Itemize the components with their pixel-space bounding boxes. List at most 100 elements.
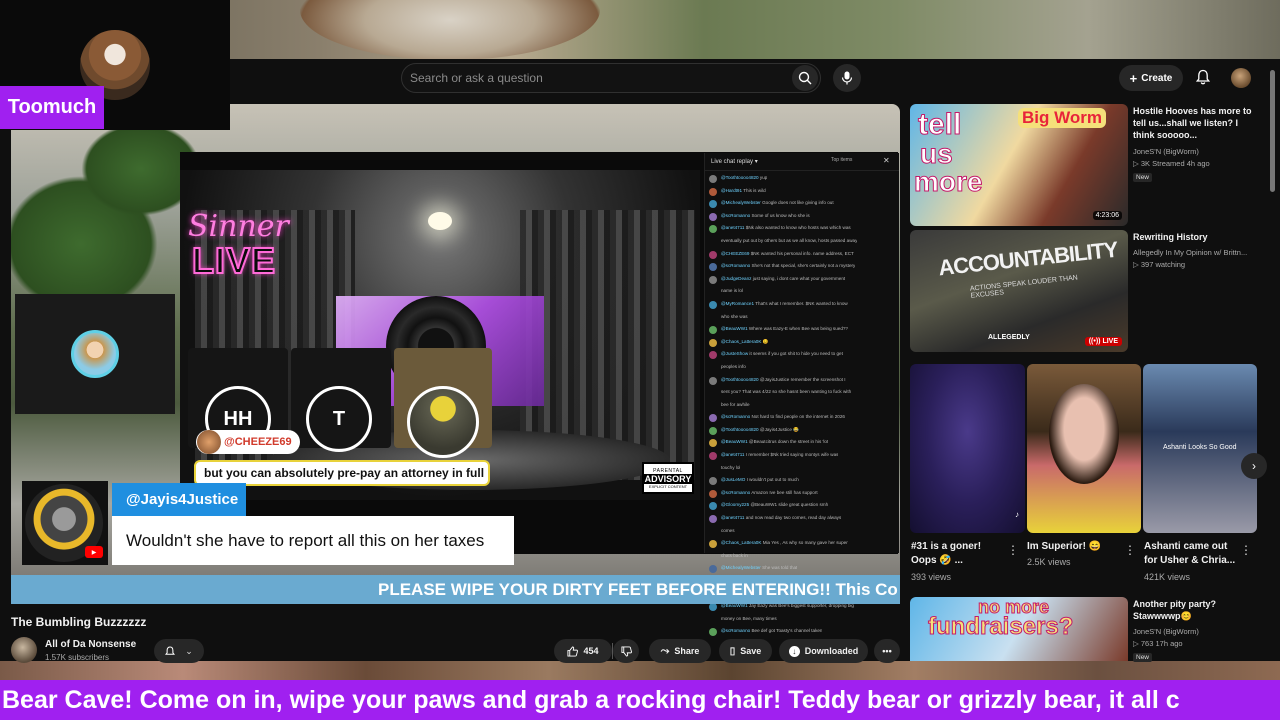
short-menu-2[interactable]: ⋮ <box>1124 543 1136 557</box>
chat-message: chats back in <box>709 553 897 562</box>
chat-message: bee for awhile <box>709 402 897 411</box>
microphone-icon <box>841 71 853 85</box>
advisory-bottom: EXPLICIT CONTENT <box>648 483 688 489</box>
chat-message-text: @Chaos_Lattera0K 😐 <box>721 339 768 344</box>
account-avatar[interactable] <box>1231 68 1251 88</box>
recommendation-thumbnail-1[interactable]: tell us more Big Worm 4:23:06 <box>910 104 1128 226</box>
create-button[interactable]: + Create <box>1119 65 1183 91</box>
tiktok-icon: ♪ <box>1015 510 1019 519</box>
participant-avatar-2: T <box>306 386 372 452</box>
chat-message-text: @scRomanno Not hard to find people on th… <box>721 414 845 419</box>
plus-icon: + <box>1129 70 1138 86</box>
recommendation-thumbnail-3[interactable]: no more fundraisers? <box>910 597 1128 661</box>
stream-brand-top: Sinner <box>188 209 289 244</box>
chat-message-body: peoples info <box>721 363 746 369</box>
share-button[interactable]: ⤳ Share <box>649 639 711 663</box>
thumb-text-2: us <box>920 138 954 169</box>
subscription-bell-button[interactable]: ⌄ <box>154 639 204 663</box>
recommendation-title-1[interactable]: Hostile Hooves has more to tell us...sha… <box>1133 105 1259 141</box>
youtube-logo-icon: ▶ <box>85 546 103 558</box>
channel-name[interactable]: All of Da Nonsense <box>45 639 136 650</box>
channel-avatar[interactable] <box>11 637 37 663</box>
spotlight <box>428 212 452 230</box>
chat-message-text: eventually put out by others but as we a… <box>721 238 857 243</box>
chat-avatar <box>709 338 717 347</box>
marquee-text: Bear Cave! Come on in, wipe your paws an… <box>2 686 1180 714</box>
notifications-button[interactable] <box>1193 67 1213 87</box>
chat-message-body: Bee def got Toasty's channel taken <box>751 628 823 634</box>
short-title-3[interactable]: Ashanti came out for Usher & Chria... <box>1144 540 1238 568</box>
chat-message-body: $NK wanted his personal info. name addre… <box>750 250 854 256</box>
featured-comment-text: Wouldn't she have to report all this on … <box>112 516 514 565</box>
short-menu-3[interactable]: ⋮ <box>1240 543 1252 557</box>
like-button[interactable]: 454 <box>554 639 612 663</box>
short-thumbnail-2[interactable] <box>1027 364 1141 533</box>
chat-message: @scRomanno Not hard to find people on th… <box>709 414 897 423</box>
dislike-button[interactable] <box>613 639 639 663</box>
more-actions-button[interactable]: ••• <box>874 639 900 663</box>
chat-header: Live chat replay ▾ Top items ✕ <box>705 153 899 171</box>
chat-message-text: @scRomanno She's not that special, she's… <box>721 263 855 268</box>
stream-brand-bottom: LIVE <box>191 239 277 282</box>
short-face <box>1049 384 1119 484</box>
recommendation-title-3[interactable]: Another pity party? Stawwwwp😊 <box>1133 598 1259 622</box>
chat-message-text: @scRomanno Some of us know who she is <box>721 213 810 218</box>
recommendation-thumbnail-2[interactable]: ACCOUNTABILITY ACTIONS SPEAK LOUDER THAN… <box>910 230 1128 352</box>
chat-message: @Chaos_Lattera0K Mia Yes , As why so man… <box>709 540 897 549</box>
chat-message-text: chats back in <box>721 553 748 558</box>
chat-message-body: Not hard to find people on the internet … <box>751 414 845 420</box>
recommendation-title-2[interactable]: Rewriting History <box>1133 231 1259 243</box>
scrollbar-thumb[interactable] <box>1270 70 1275 192</box>
search-button[interactable] <box>792 65 818 91</box>
short-title-2[interactable]: Im Superior! 😄 <box>1027 540 1119 554</box>
chat-top-items-button[interactable]: Top items <box>831 157 852 163</box>
chat-message: @BeauWW1 Jay Eazy was Bee's biggest supp… <box>709 603 897 612</box>
chat-avatar <box>709 250 717 259</box>
chat-message-text: @MyRomance1 That's what I remember. $NK … <box>721 301 848 306</box>
close-icon[interactable]: ✕ <box>883 156 890 165</box>
chat-message-body: yup <box>759 175 768 180</box>
chat-username: @Toothtoooo4820 <box>721 175 760 180</box>
chat-user-badge-avatar <box>197 430 221 454</box>
short-thumbnail-1[interactable]: ♪ <box>910 364 1025 533</box>
save-button[interactable]: ▯ Save <box>719 639 772 663</box>
chat-message: @JusteShow it seems if you got shit to h… <box>709 351 897 360</box>
play-triangle-icon: ▷ <box>1133 639 1139 648</box>
short-menu-1[interactable]: ⋮ <box>1007 543 1019 557</box>
play-triangle-icon: ▷ <box>1133 159 1139 168</box>
chat-avatar <box>709 540 717 549</box>
chat-message-body: 😐 <box>762 338 769 344</box>
chat-avatar <box>709 439 717 448</box>
chat-message-text: @Toothtoooo4820 @Jayis4Justice 😂 <box>721 427 799 432</box>
bell-icon <box>165 646 176 655</box>
short-thumbnail-3[interactable]: Ashanti Looks So Good <box>1143 364 1257 533</box>
chat-header-title[interactable]: Live chat replay ▾ <box>711 158 758 165</box>
play-triangle-icon: ▷ <box>1133 260 1139 269</box>
short-overlay-text: Ashanti Looks So Good <box>1163 444 1237 451</box>
chat-message-body: Some of us know who she is <box>751 212 810 218</box>
chat-avatar <box>709 376 717 385</box>
chat-message-text: @Toothtoooo4820 @JayisJustice remember t… <box>721 377 846 382</box>
chat-message-text: @Chaos_Lattera0K Mia Yes , As why so man… <box>721 540 848 545</box>
voice-search-button[interactable] <box>833 64 861 92</box>
download-button[interactable]: ↓ Downloaded <box>779 639 868 663</box>
chat-message-body: @BeauWW1 slide great question smh <box>750 502 829 508</box>
chat-username: @BeauWW1 <box>721 439 749 445</box>
search-input[interactable]: Search or ask a question <box>410 71 543 85</box>
recommendation-channel-3[interactable]: JoneS'N (BigWorm) <box>1133 627 1199 637</box>
chat-message: eventually put out by others but as we a… <box>709 238 897 247</box>
recommendation-channel-2[interactable]: Allegedly In My Opinion w/ Brittn... <box>1133 248 1247 258</box>
chat-message-body: name is lol <box>721 288 743 294</box>
chat-avatar <box>709 389 717 397</box>
chat-message: @Chaos_Lattera0K 😐 <box>709 338 897 348</box>
chat-username: @scRomanno <box>721 263 752 269</box>
chat-message: @anet4711 I remember $Nk tried saying mo… <box>709 452 897 461</box>
chat-message-text: @Toothtoooo4820 yup <box>721 175 767 180</box>
chat-avatar <box>709 263 717 272</box>
shorts-next-button[interactable]: › <box>1241 453 1267 479</box>
short-title-1[interactable]: #31 is a goner! Oops 🤣 ... <box>911 540 1003 568</box>
recommendation-channel-1[interactable]: JoneS'N (BigWorm) <box>1133 147 1199 157</box>
chat-message: @Toothtoooo4820 @Jayis4Justice 😂 <box>709 426 897 436</box>
thumb-text-3: more <box>913 166 983 197</box>
thumbs-down-icon <box>620 645 632 657</box>
